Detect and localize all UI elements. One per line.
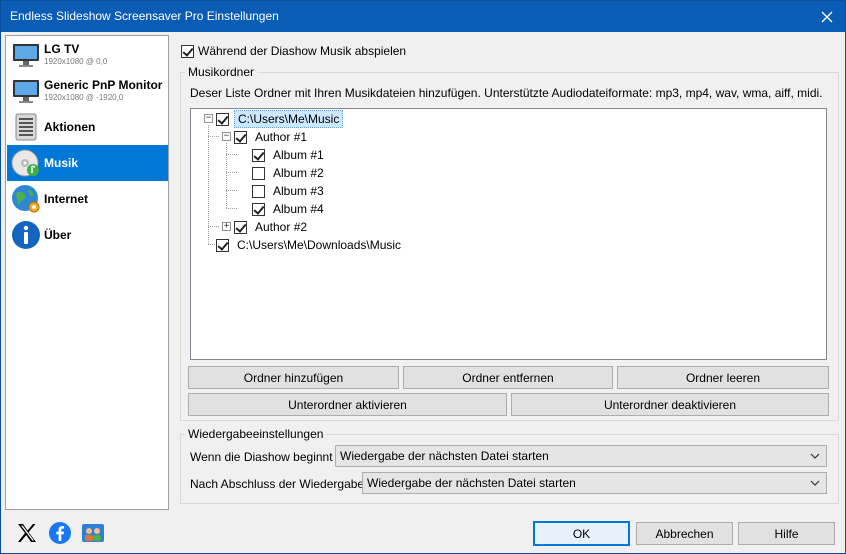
tree-node-album-4[interactable]: Album #4 <box>252 200 327 218</box>
activate-subfolders-button[interactable]: Unterordner aktivieren <box>188 393 507 416</box>
community-icon[interactable] <box>81 521 105 545</box>
sidebar-item-label: LG TV <box>44 42 80 56</box>
tree-node-label: Album #3 <box>273 184 324 198</box>
sidebar-item-musik[interactable]: Musik <box>7 145 168 181</box>
tree-node-checkbox[interactable] <box>216 112 229 126</box>
tree-connector <box>208 136 219 137</box>
chevron-down-icon <box>810 480 820 486</box>
tree-node-label: Album #1 <box>273 148 324 162</box>
tree-node-checkbox[interactable] <box>234 130 247 144</box>
tree-node-downloads-music-folder[interactable]: C:\Users\Me\Downloads\Music <box>216 236 404 254</box>
music-folders-legend: Musikordner <box>188 65 255 79</box>
start-behavior-label: Wenn die Diashow beginnt <box>190 450 333 464</box>
end-behavior-label: Nach Abschluss der Wiedergabe <box>190 477 365 491</box>
end-behavior-select[interactable]: Wiedergabe der nächsten Datei starten <box>362 472 827 494</box>
music-settings-panel: Während der Diashow Musik abspielen Musi… <box>173 35 843 510</box>
close-button[interactable] <box>809 1 845 32</box>
tree-node-label: Author #2 <box>255 220 308 234</box>
start-behavior-value: Wiedergabe der nächsten Datei starten <box>340 449 549 463</box>
sidebar-item-sublabel: 1920x1080 @ 0,0 <box>44 57 108 66</box>
collapse-toggle[interactable]: − <box>222 132 231 141</box>
ok-button[interactable]: OK <box>533 521 630 546</box>
tree-connector <box>226 208 237 209</box>
globe-icon <box>12 185 40 213</box>
play-music-checkbox[interactable]: Während der Diashow Musik abspielen <box>181 44 406 58</box>
start-behavior-select[interactable]: Wiedergabe der nächsten Datei starten <box>335 445 827 467</box>
expand-toggle[interactable]: + <box>222 222 231 231</box>
title-bar: Endless Slideshow Screensaver Pro Einste… <box>1 1 845 32</box>
tree-connector <box>226 190 237 191</box>
x-logo-icon[interactable] <box>15 521 39 545</box>
tree-node-checkbox[interactable] <box>252 184 265 198</box>
tree-node-checkbox[interactable] <box>252 148 265 162</box>
sidebar-item-label: Musik <box>44 156 79 170</box>
tree-node-checkbox[interactable] <box>216 238 229 252</box>
music-disc-icon <box>11 149 39 177</box>
sidebar: LG TV 1920x1080 @ 0,0 Generic PnP Monito… <box>5 35 169 510</box>
tree-node-checkbox[interactable] <box>252 202 265 216</box>
tree-node-checkbox[interactable] <box>234 220 247 234</box>
deactivate-subfolders-button[interactable]: Unterordner deaktivieren <box>511 393 829 416</box>
help-button[interactable]: Hilfe <box>738 522 835 545</box>
tree-node-label: C:\Users\Me\Downloads\Music <box>237 238 402 252</box>
tree-node-label: Author #1 <box>255 130 308 144</box>
clear-folders-button[interactable]: Ordner leeren <box>617 366 829 389</box>
remove-folder-button[interactable]: Ordner entfernen <box>403 366 613 389</box>
folder-tree[interactable]: − − + C:\Users\Me\Music Author #1 Album … <box>190 108 827 360</box>
tree-node-album-3[interactable]: Album #3 <box>252 182 327 200</box>
info-icon <box>12 221 40 249</box>
sidebar-item-sublabel: 1920x1080 @ -1920,0 <box>44 93 124 102</box>
tree-node-label: Album #4 <box>273 202 324 216</box>
music-folders-description: Deser Liste Ordner mit Ihren Musikdateie… <box>190 86 823 100</box>
playback-settings-legend: Wiedergabeeinstellungen <box>188 427 324 441</box>
tree-node-album-2[interactable]: Album #2 <box>252 164 327 182</box>
tree-node-label: Album #2 <box>273 166 324 180</box>
chevron-down-icon <box>810 453 820 459</box>
sidebar-item-generic-monitor[interactable]: Generic PnP Monitor 1920x1080 @ -1920,0 <box>7 73 168 109</box>
tree-node-checkbox[interactable] <box>252 166 265 180</box>
sidebar-item-label: Generic PnP Monitor <box>44 78 163 92</box>
play-music-label: Während der Diashow Musik abspielen <box>198 44 407 58</box>
social-links <box>15 520 105 546</box>
sidebar-item-ueber[interactable]: Über <box>7 217 168 253</box>
close-icon <box>821 11 833 22</box>
tree-node-album-1[interactable]: Album #1 <box>252 146 327 164</box>
tree-connector <box>208 226 219 227</box>
list-icon <box>15 113 37 141</box>
tree-node-author-1[interactable]: Author #1 <box>234 128 310 146</box>
add-folder-button[interactable]: Ordner hinzufügen <box>188 366 399 389</box>
tree-node-label: C:\Users\Me\Music <box>234 110 344 128</box>
monitor-icon <box>13 44 39 67</box>
checkbox-box[interactable] <box>181 44 194 58</box>
tree-node-music-folder[interactable]: C:\Users\Me\Music <box>216 110 344 128</box>
window-title: Endless Slideshow Screensaver Pro Einste… <box>10 9 279 23</box>
tree-connector <box>226 172 237 173</box>
sidebar-item-label: Über <box>44 228 72 242</box>
tree-connector <box>226 143 227 208</box>
tree-connector <box>226 154 237 155</box>
sidebar-item-label: Internet <box>44 192 89 206</box>
end-behavior-value: Wiedergabe der nächsten Datei starten <box>367 476 576 490</box>
tree-node-author-2[interactable]: Author #2 <box>234 218 310 236</box>
settings-window: Endless Slideshow Screensaver Pro Einste… <box>0 0 846 554</box>
collapse-toggle[interactable]: − <box>204 114 213 123</box>
sidebar-item-lg-tv[interactable]: LG TV 1920x1080 @ 0,0 <box>7 37 168 73</box>
sidebar-item-aktionen[interactable]: Aktionen <box>7 109 168 145</box>
facebook-icon[interactable] <box>48 521 72 545</box>
sidebar-item-label: Aktionen <box>44 120 96 134</box>
cancel-button[interactable]: Abbrechen <box>636 522 733 545</box>
monitor-icon <box>13 80 39 103</box>
sidebar-item-internet[interactable]: Internet <box>7 181 168 217</box>
